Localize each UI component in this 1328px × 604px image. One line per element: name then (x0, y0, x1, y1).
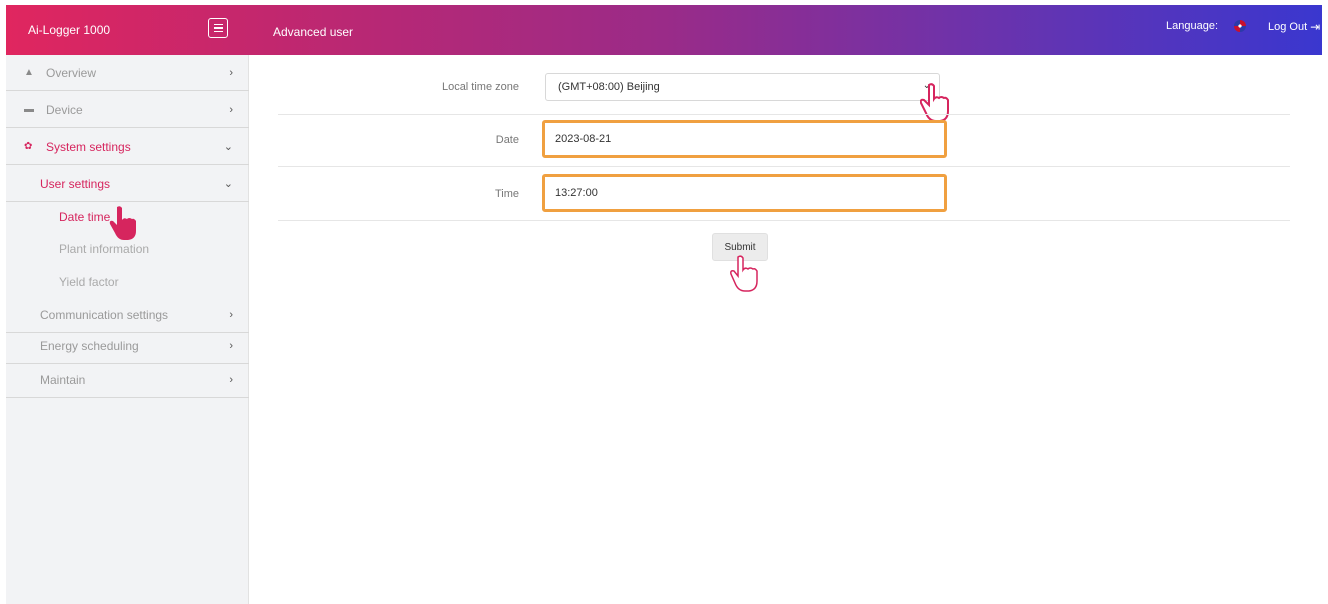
time-input[interactable]: 13:27:00 (542, 174, 947, 212)
sidebar-item-label: Energy scheduling (40, 338, 139, 353)
sidebar-item-label: User settings (40, 176, 111, 191)
sidebar-leaf-yield-factor[interactable]: Yield factor (59, 275, 119, 289)
divider (278, 166, 1290, 167)
timezone-label: Local time zone (441, 81, 519, 93)
time-value: 13:27:00 (555, 187, 598, 199)
sidebar-item-maintain[interactable]: Maintain › (6, 362, 249, 398)
sidebar-item-label: Communication settings (40, 307, 169, 322)
sidebar-item-label: Overview (46, 65, 97, 80)
sidebar-item-user-settings[interactable]: User settings ⌄ (6, 166, 249, 202)
hand-cursor-icon (109, 206, 136, 240)
logout-label: Log Out (1268, 21, 1308, 33)
time-label: Time (494, 188, 519, 200)
hamburger-icon-line (213, 23, 223, 26)
language-label: Language: (1166, 20, 1218, 32)
sidebar-item-label: Device (46, 102, 83, 117)
sidebar-item-energy-scheduling[interactable]: Energy scheduling › (6, 328, 249, 364)
sidebar-item-label: Maintain (40, 372, 86, 387)
divider (278, 220, 1290, 221)
sidebar-item-overview[interactable]: ▲ Overview › (6, 55, 249, 91)
brand-title: Ai-Logger 1000 (28, 23, 111, 37)
sidebar-leaf-plant-information[interactable]: Plant information (59, 242, 149, 256)
chevron-down-icon: ⌄ (223, 141, 233, 153)
sidebar-leaf-date-time[interactable]: Date time (59, 210, 110, 224)
device-icon: ▬ (24, 104, 34, 115)
date-label: Date (495, 134, 519, 146)
divider (278, 114, 1290, 115)
date-value: 2023-08-21 (555, 133, 612, 145)
home-icon: ▲ (24, 67, 34, 78)
gear-icon: ✿ (24, 141, 33, 152)
user-role: Advanced user (273, 25, 354, 39)
chevron-right-icon: › (229, 339, 233, 352)
hand-cursor-icon (730, 255, 758, 292)
hamburger-icon-line (213, 27, 223, 29)
sidebar-item-device[interactable]: ▬ Device › (6, 92, 249, 128)
date-input[interactable]: 2023-08-21 (542, 120, 947, 158)
menu-toggle-button[interactable] (208, 18, 228, 38)
sidebar-item-system-settings[interactable]: ✿ System settings ⌄ (6, 129, 249, 165)
top-header: Ai-Logger 1000 Advanced user Language: L… (6, 5, 1322, 55)
timezone-value: (GMT+08:00) Beijing (558, 81, 660, 93)
chevron-down-icon: ⌄ (223, 178, 233, 190)
uk-flag-icon[interactable] (1234, 20, 1246, 32)
timezone-select[interactable]: (GMT+08:00) Beijing ⌄ (545, 73, 940, 101)
hand-cursor-icon (920, 83, 949, 122)
sidebar-item-label: System settings (46, 139, 131, 154)
sidebar: ▲ Overview › ▬ Device › ✿ System setting… (6, 55, 249, 604)
chevron-right-icon: › (229, 308, 233, 321)
chevron-right-icon: › (229, 66, 233, 79)
hamburger-icon-line (213, 30, 223, 33)
chevron-right-icon: › (229, 103, 233, 116)
logout-button[interactable]: Log Out ⇥ (1268, 20, 1320, 34)
logout-icon: ⇥ (1310, 20, 1321, 34)
chevron-right-icon: › (229, 373, 233, 386)
